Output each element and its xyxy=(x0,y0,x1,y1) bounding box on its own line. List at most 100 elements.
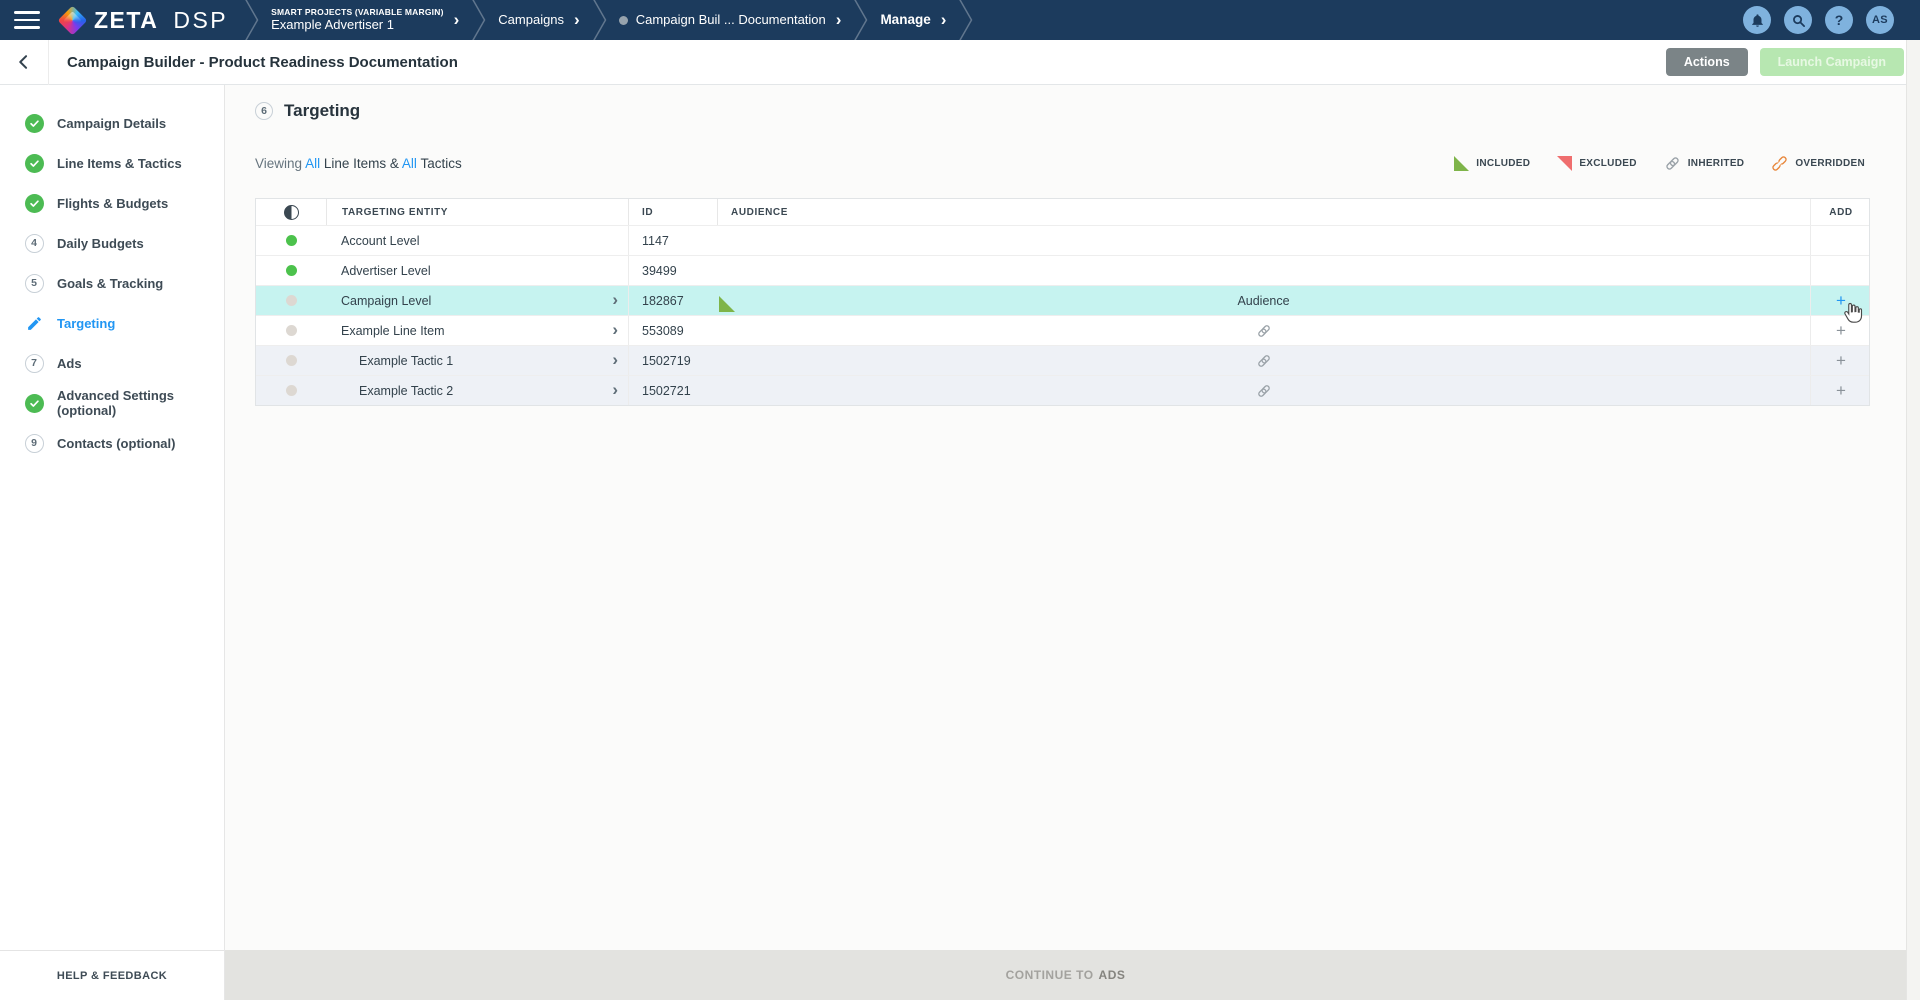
table-row[interactable]: Example Line Item › 553089 + xyxy=(256,315,1869,345)
step-number-badge: 9 xyxy=(25,434,44,453)
sidebar-item[interactable]: 4 Daily Budgets xyxy=(0,223,224,263)
pencil-icon xyxy=(26,315,43,332)
expand-chevron-icon[interactable]: › xyxy=(612,291,618,308)
inherited-chain-icon xyxy=(1256,383,1272,399)
sidebar-item-label: Contacts (optional) xyxy=(57,436,175,451)
chevron-right-icon: › xyxy=(454,11,460,28)
table-row[interactable]: Example Tactic 1 › 1502719 + xyxy=(256,345,1869,375)
section-header: 6 Targeting xyxy=(255,101,360,121)
zeta-dsp-logo[interactable]: ZETA DSP xyxy=(62,7,228,34)
breadcrumb-item[interactable]: Campaign Buil ... Documentation › xyxy=(619,12,842,29)
actions-button[interactable]: Actions xyxy=(1666,48,1748,76)
continue-to-ads-button[interactable]: CONTINUE TO ADS xyxy=(225,950,1906,1000)
legend-item: INCLUDED xyxy=(1454,156,1530,171)
sidebar-item-label: Line Items & Tactics xyxy=(57,156,182,171)
breadcrumb-label: Campaigns xyxy=(498,12,564,28)
add-targeting-button[interactable]: + xyxy=(1836,322,1846,339)
breadcrumb-item[interactable]: Campaigns › xyxy=(498,12,579,29)
logo-text-zeta: ZETA xyxy=(94,7,158,34)
search-icon[interactable] xyxy=(1784,6,1812,34)
included-corner-icon xyxy=(719,296,735,312)
row-status-dot xyxy=(286,325,297,336)
back-button[interactable] xyxy=(0,40,49,85)
row-status-dot xyxy=(286,265,297,276)
entity-id: 553089 xyxy=(642,324,684,338)
targeting-entity-name: Account Level xyxy=(341,234,420,248)
inherited-chain-icon xyxy=(1256,323,1272,339)
sidebar-item[interactable]: 9 Contacts (optional) xyxy=(0,423,224,463)
targeting-legend: INCLUDED EXCLUDED xyxy=(1454,155,1865,172)
hamburger-menu-icon[interactable] xyxy=(14,11,40,29)
legend-label: EXCLUDED xyxy=(1579,158,1636,169)
expand-chevron-icon[interactable]: › xyxy=(612,321,618,338)
help-icon[interactable]: ? xyxy=(1825,6,1853,34)
sidebar-item[interactable]: Advanced Settings (optional) xyxy=(0,383,224,423)
table-row[interactable]: Account Level 1147 xyxy=(256,225,1869,255)
add-targeting-button[interactable]: + xyxy=(1836,382,1846,399)
sidebar-item[interactable]: Campaign Details xyxy=(0,103,224,143)
sidebar-item-label: Campaign Details xyxy=(57,116,166,131)
row-status-dot xyxy=(286,385,297,396)
legend-item: INHERITED xyxy=(1664,155,1745,172)
breadcrumb-label: Manage xyxy=(880,12,930,29)
entity-id: 1147 xyxy=(642,234,669,248)
legend-label: INCLUDED xyxy=(1476,158,1530,169)
column-header-add: ADD xyxy=(1829,207,1852,218)
row-status-dot xyxy=(286,295,297,306)
overridden-broken-chain-icon xyxy=(1771,155,1788,172)
breadcrumb-divider-icon xyxy=(853,0,868,40)
zeta-diamond-icon xyxy=(58,5,88,35)
sidebar-item[interactable]: 5 Goals & Tracking xyxy=(0,263,224,303)
inherited-chain-icon xyxy=(1256,353,1272,369)
sidebar-item[interactable]: Targeting xyxy=(0,303,224,343)
table-row[interactable]: Example Tactic 2 › 1502721 + xyxy=(256,375,1869,405)
main-content: 6 Targeting Viewing All Line Items & All… xyxy=(225,85,1906,1000)
targeting-entity-name: Example Tactic 2 xyxy=(359,384,453,398)
table-row[interactable]: Advertiser Level 39499 xyxy=(256,255,1869,285)
breadcrumb-divider-icon xyxy=(958,0,973,40)
logo-text-dsp: DSP xyxy=(173,7,228,34)
targeting-entity-name: Campaign Level xyxy=(341,294,431,308)
breadcrumb-item[interactable]: SMART PROJECTS (VARIABLE MARGIN) Example… xyxy=(271,7,459,34)
breadcrumb-item[interactable]: Manage › xyxy=(880,12,946,29)
column-header-id: ID xyxy=(642,207,653,218)
excluded-triangle-icon xyxy=(1557,156,1572,171)
campaign-steps-sidebar: Campaign Details Line Items & Tactics Fl xyxy=(0,85,225,1000)
continue-prefix: CONTINUE TO xyxy=(1006,968,1094,982)
filter-all-tactics-link[interactable]: All xyxy=(402,156,417,171)
legend-item: EXCLUDED xyxy=(1557,156,1636,171)
user-avatar[interactable]: AS xyxy=(1866,6,1894,34)
column-header-audience: AUDIENCE xyxy=(731,207,788,218)
entity-id: 1502721 xyxy=(642,384,691,398)
half-circle-contrast-icon[interactable] xyxy=(284,205,299,220)
expand-chevron-icon[interactable]: › xyxy=(612,381,618,398)
sidebar-item[interactable]: Flights & Budgets xyxy=(0,183,224,223)
filter-all-line-items-link[interactable]: All xyxy=(305,156,320,171)
notifications-bell-icon[interactable] xyxy=(1743,6,1771,34)
column-header-targeting-entity: TARGETING ENTITY xyxy=(342,207,448,218)
targeting-entity-name: Example Line Item xyxy=(341,324,445,338)
targeting-entity-name: Example Tactic 1 xyxy=(359,354,453,368)
sidebar-item[interactable]: 7 Ads xyxy=(0,343,224,383)
add-targeting-button[interactable]: + xyxy=(1836,352,1846,369)
help-feedback-button[interactable]: HELP & FEEDBACK xyxy=(0,950,224,1000)
inherited-chain-icon xyxy=(1664,155,1681,172)
chevron-right-icon: › xyxy=(574,11,580,28)
status-dot-icon xyxy=(619,16,628,25)
sidebar-item[interactable]: Line Items & Tactics xyxy=(0,143,224,183)
scrollbar-track[interactable] xyxy=(1906,40,1920,1000)
audience-label: Audience xyxy=(1237,294,1289,308)
launch-campaign-button[interactable]: Launch Campaign xyxy=(1760,48,1904,76)
breadcrumb-label: Example Advertiser 1 xyxy=(271,17,443,33)
section-step-badge: 6 xyxy=(255,102,273,120)
table-header-row: TARGETING ENTITY ID AUDIENCE ADD xyxy=(256,199,1869,225)
chevron-right-icon: › xyxy=(836,11,842,28)
legend-label: INHERITED xyxy=(1688,158,1745,169)
table-row[interactable]: Campaign Level › 182867 Audience + xyxy=(256,285,1869,315)
expand-chevron-icon[interactable]: › xyxy=(612,351,618,368)
sidebar-item-label: Targeting xyxy=(57,316,115,331)
add-targeting-button[interactable]: + xyxy=(1836,292,1846,309)
step-number-badge: 4 xyxy=(25,234,44,253)
page-header: Campaign Builder - Product Readiness Doc… xyxy=(0,40,1920,85)
breadcrumb-eyebrow: SMART PROJECTS (VARIABLE MARGIN) xyxy=(271,7,443,18)
